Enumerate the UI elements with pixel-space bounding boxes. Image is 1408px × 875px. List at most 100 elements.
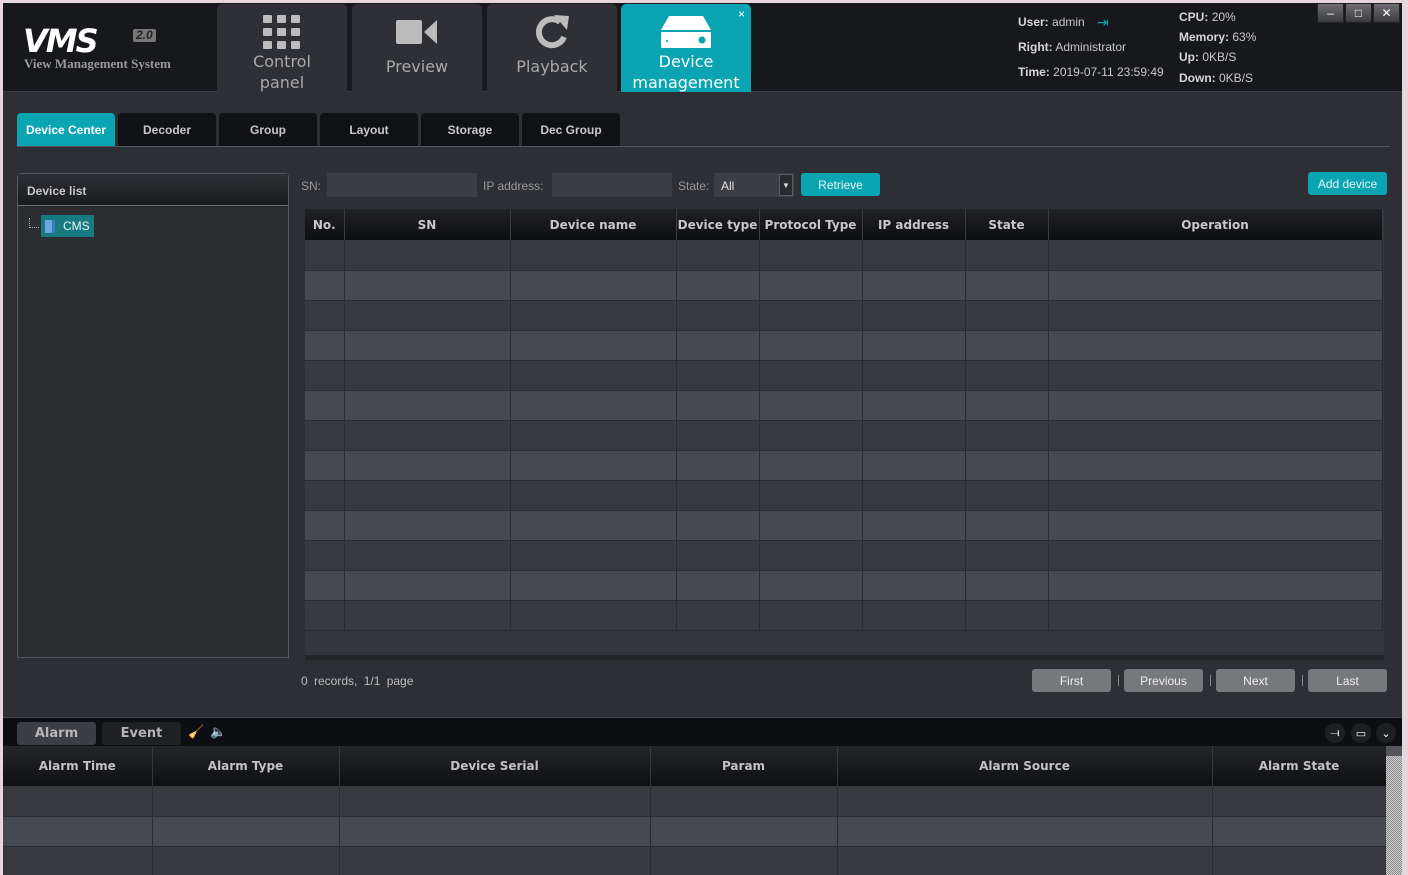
empty-cell [862, 270, 966, 301]
column-header-device-name[interactable]: Device name [510, 209, 677, 240]
user-info: User: admin [1018, 15, 1085, 29]
empty-cell [305, 390, 345, 421]
empty-cell [1048, 450, 1383, 481]
tab-layout[interactable]: Layout [320, 113, 418, 146]
nav-device-management[interactable]: × Device management [621, 4, 751, 92]
column-header-ip-address[interactable]: IP address [862, 209, 966, 240]
tree-connector [29, 218, 39, 228]
logo-subtitle: View Management System [24, 56, 171, 71]
column-header-alarm-state[interactable]: Alarm State [1212, 746, 1387, 786]
empty-cell [305, 240, 345, 271]
alarm-scrollbar[interactable] [1386, 746, 1402, 875]
tab-divider [17, 146, 1390, 147]
empty-cell [305, 570, 345, 601]
column-header-sn[interactable]: SN [344, 209, 511, 240]
tab-group[interactable]: Group [219, 113, 317, 146]
empty-cell [305, 270, 345, 301]
empty-cell [510, 480, 677, 511]
column-header-alarm-type[interactable]: Alarm Type [152, 746, 340, 786]
time-info: Time: 2019-07-11 23:59:49 [1018, 65, 1164, 79]
collapse-panel-icon[interactable]: ⌄ [1376, 723, 1396, 743]
records-summary: 0 records, 1/1 page [301, 674, 414, 688]
empty-cell [759, 390, 863, 421]
empty-row [305, 360, 1383, 391]
empty-cell [1048, 420, 1383, 451]
chevron-down-icon[interactable]: ▼ [779, 174, 793, 196]
nav-label: Playback [516, 57, 588, 76]
empty-cell [676, 570, 760, 601]
column-header-device-type[interactable]: Device type [676, 209, 760, 240]
empty-row [305, 600, 1383, 631]
empty-cell [862, 420, 966, 451]
empty-cell [862, 510, 966, 541]
empty-cell [339, 786, 651, 817]
table-footer-bar [305, 655, 1384, 660]
alarm-scrollbar-thumb[interactable] [1386, 746, 1402, 756]
logout-icon[interactable]: ⇥ [1097, 14, 1109, 31]
retrieve-button[interactable]: Retrieve [801, 173, 880, 196]
column-header-no[interactable]: No. [305, 209, 345, 240]
empty-cell [1048, 480, 1383, 511]
broom-clear-icon[interactable]: 🧹 [188, 724, 204, 740]
column-header-state[interactable]: State [965, 209, 1049, 240]
sn-input[interactable] [327, 173, 477, 197]
empty-cell [510, 510, 677, 541]
empty-cell [759, 540, 863, 571]
column-header-protocol-type[interactable]: Protocol Type [759, 209, 863, 240]
column-header-device-serial[interactable]: Device Serial [339, 746, 651, 786]
minimize-button[interactable]: – [1317, 3, 1344, 23]
device-table-body [305, 240, 1383, 631]
memory-info: Memory: 63% [1179, 30, 1257, 44]
speaker-icon[interactable]: 🔈 [210, 724, 226, 740]
column-header-operation[interactable]: Operation [1048, 209, 1383, 240]
close-button[interactable]: ✕ [1373, 3, 1400, 23]
empty-row [305, 420, 1383, 451]
empty-cell [676, 240, 760, 271]
tree-node-cms[interactable]: CMS [41, 215, 94, 237]
ip-address-input[interactable] [552, 173, 672, 197]
empty-cell [676, 390, 760, 421]
hard-drive-icon [621, 12, 751, 52]
tab-storage[interactable]: Storage [421, 113, 519, 146]
empty-cell [1048, 390, 1383, 421]
empty-cell [1048, 570, 1383, 601]
pin-icon[interactable]: ⟞ [1325, 723, 1345, 743]
maximize-button[interactable]: □ [1345, 3, 1372, 23]
tab-alarm[interactable]: Alarm [17, 722, 96, 745]
empty-cell [339, 846, 651, 875]
nav-label: Control panel [253, 52, 311, 92]
empty-cell [676, 300, 760, 331]
nav-playback[interactable]: Playback [487, 4, 617, 92]
state-label: State: [678, 179, 710, 193]
empty-cell [676, 360, 760, 391]
tab-dec-group[interactable]: Dec Group [522, 113, 620, 146]
column-header-param[interactable]: Param [650, 746, 838, 786]
empty-cell [862, 360, 966, 391]
add-device-button[interactable]: Add device [1308, 172, 1387, 195]
column-header-alarm-time[interactable]: Alarm Time [3, 746, 153, 786]
empty-cell [344, 540, 511, 571]
next-page-button[interactable]: Next [1216, 669, 1295, 692]
empty-cell [344, 450, 511, 481]
empty-row [3, 786, 1387, 817]
empty-cell [3, 786, 153, 817]
empty-cell [510, 600, 677, 631]
previous-page-button[interactable]: Previous [1124, 669, 1203, 692]
empty-cell [344, 270, 511, 301]
logo: VMS 2.0 View Management System [23, 23, 203, 78]
nav-preview[interactable]: Preview [352, 4, 482, 92]
last-page-button[interactable]: Last [1308, 669, 1387, 692]
empty-cell [965, 480, 1049, 511]
first-page-button[interactable]: First [1032, 669, 1111, 692]
column-header-alarm-source[interactable]: Alarm Source [837, 746, 1213, 786]
restore-panel-icon[interactable]: ▭ [1351, 723, 1371, 743]
state-select[interactable]: All ▼ [714, 173, 794, 197]
empty-cell [510, 450, 677, 481]
tab-decoder[interactable]: Decoder [118, 113, 216, 146]
empty-cell [1212, 846, 1387, 875]
empty-row [305, 300, 1383, 331]
empty-cell [862, 570, 966, 601]
nav-control-panel[interactable]: Control panel [217, 4, 347, 92]
tab-device-center[interactable]: Device Center [17, 113, 115, 146]
tab-event[interactable]: Event [102, 722, 181, 745]
